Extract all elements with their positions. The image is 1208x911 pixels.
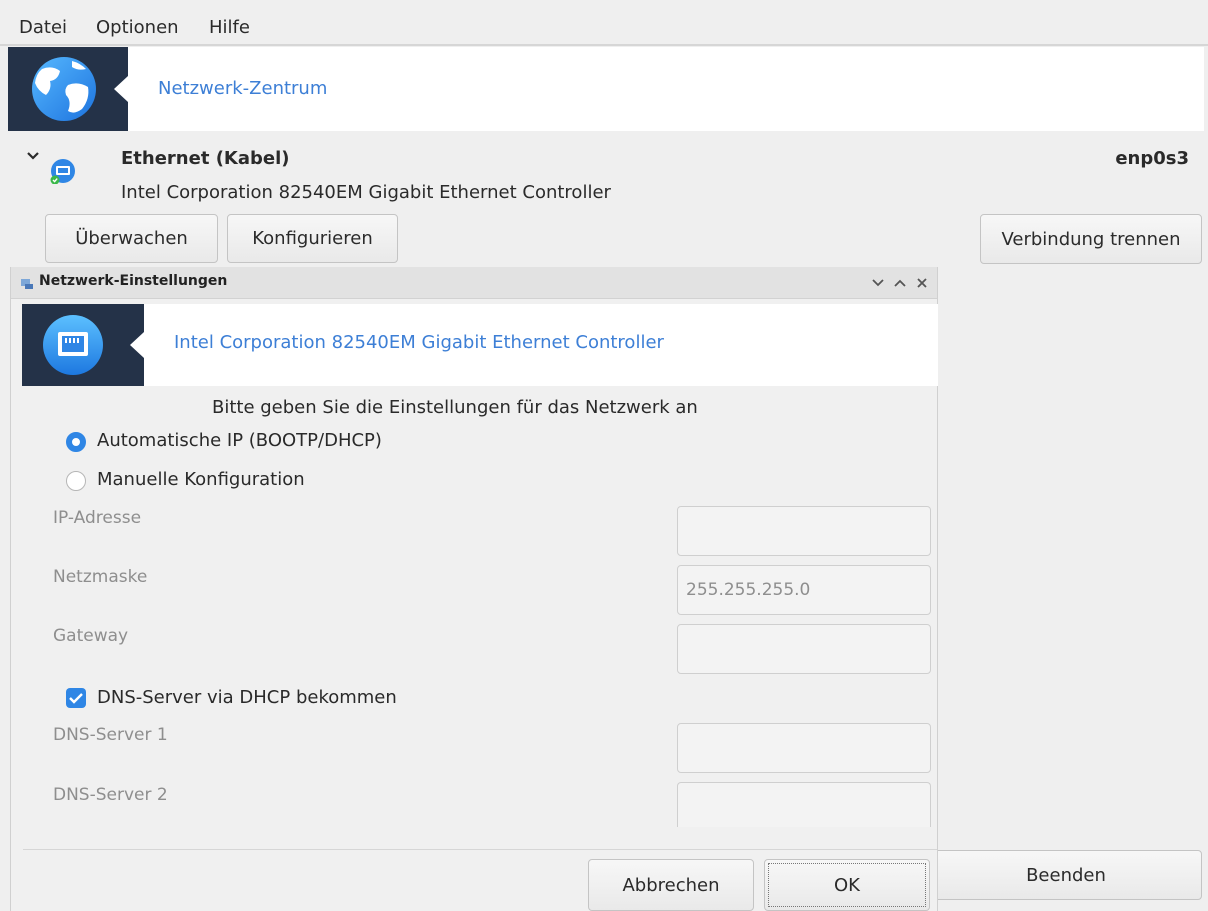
globe-icon — [32, 57, 96, 121]
netmask-field[interactable]: 255.255.255.0 — [677, 565, 931, 615]
ethernet-icon — [50, 158, 76, 189]
ip-address-label: IP-Adresse — [53, 508, 142, 528]
minimize-chevron-icon[interactable] — [871, 277, 885, 289]
menu-bar: Datei Optionen Hilfe — [0, 0, 1208, 46]
dialog-divider — [23, 849, 937, 850]
network-settings-dialog: Netzwerk-Einstellungen Intel Corporation… — [10, 267, 938, 911]
dialog-banner-title: Intel Corporation 82540EM Gigabit Ethern… — [174, 332, 664, 353]
banner-notch — [114, 76, 128, 102]
manual-config-radio[interactable] — [66, 471, 86, 491]
close-icon[interactable] — [915, 276, 929, 290]
gateway-label: Gateway — [53, 626, 129, 646]
dns-dhcp-label[interactable]: DNS-Server via DHCP bekommen — [97, 687, 397, 708]
disconnect-button[interactable]: Verbindung trennen — [980, 214, 1202, 264]
quit-button[interactable]: Beenden — [930, 850, 1202, 900]
device-name: Ethernet (Kabel) — [121, 148, 290, 169]
dialog-title: Netzwerk-Einstellungen — [39, 273, 228, 289]
gateway-field[interactable] — [677, 624, 931, 674]
menu-datei[interactable]: Datei — [19, 17, 67, 38]
dns-server-2-field[interactable] — [677, 782, 931, 827]
page-title: Netzwerk-Zentrum — [158, 78, 328, 99]
checkmark-icon — [69, 693, 83, 704]
cancel-button[interactable]: Abbrechen — [588, 859, 754, 911]
dns-server-1-field[interactable] — [677, 723, 931, 773]
dialog-banner: Intel Corporation 82540EM Gigabit Ethern… — [22, 304, 938, 386]
configure-button[interactable]: Konfigurieren — [227, 214, 398, 263]
auto-ip-label[interactable]: Automatische IP (BOOTP/DHCP) — [97, 430, 382, 451]
netmask-label: Netzmaske — [53, 567, 148, 587]
dns-server-1-label: DNS-Server 1 — [53, 725, 168, 745]
monitor-button[interactable]: Überwachen — [45, 214, 218, 263]
manual-config-label[interactable]: Manuelle Konfiguration — [97, 469, 305, 490]
dialog-titlebar[interactable]: Netzwerk-Einstellungen — [11, 267, 937, 299]
maximize-chevron-icon[interactable] — [893, 277, 907, 289]
menu-hilfe[interactable]: Hilfe — [209, 17, 250, 38]
ok-button[interactable]: OK — [764, 859, 930, 911]
device-description: Intel Corporation 82540EM Gigabit Ethern… — [121, 182, 611, 203]
ip-address-field[interactable] — [677, 506, 931, 556]
expand-chevron-icon[interactable] — [26, 148, 40, 167]
device-interface: enp0s3 — [1115, 148, 1189, 169]
auto-ip-radio[interactable] — [66, 432, 86, 452]
ethernet-port-icon — [43, 315, 103, 375]
banner-icon-box — [8, 47, 128, 131]
header-banner: Netzwerk-Zentrum — [8, 47, 1204, 131]
dns-server-2-label: DNS-Server 2 — [53, 785, 168, 805]
network-app-icon — [21, 279, 33, 289]
menu-optionen[interactable]: Optionen — [96, 17, 179, 38]
settings-prompt: Bitte geben Sie die Einstellungen für da… — [212, 397, 698, 418]
dialog-banner-notch — [130, 332, 144, 358]
dns-dhcp-checkbox[interactable] — [66, 688, 86, 708]
dialog-icon-box — [22, 304, 144, 386]
